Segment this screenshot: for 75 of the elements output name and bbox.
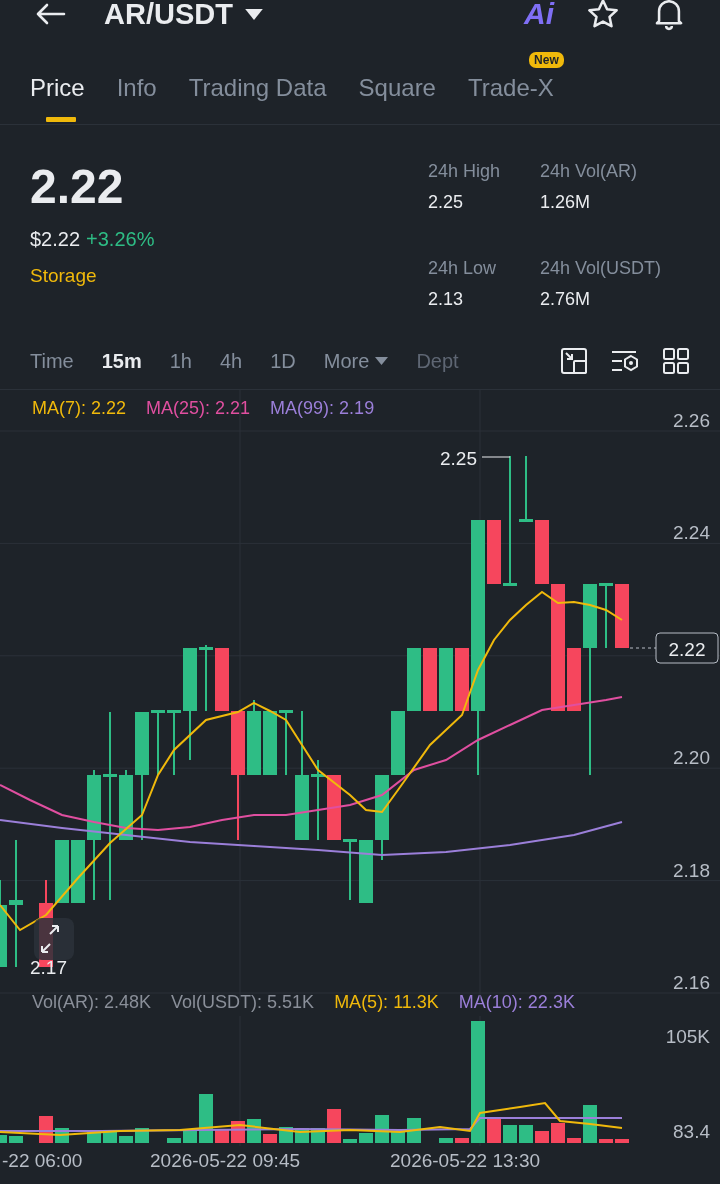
stat-value: 2.13 (428, 289, 465, 310)
candle (599, 583, 613, 649)
interval-tab[interactable]: Time (30, 349, 74, 373)
interval-tab[interactable]: 4h (220, 349, 243, 373)
candle (279, 710, 293, 776)
candle (327, 774, 341, 841)
candle (391, 710, 405, 776)
high-price-marker: 2.25 (440, 448, 477, 469)
stat-label: 24h Low (428, 258, 498, 279)
candle (343, 839, 357, 901)
interval-tab[interactable]: Dept (416, 349, 459, 373)
time-axis-label: 2026-05-22 09:45 (150, 1150, 301, 1172)
candle (535, 519, 549, 585)
price-axis-label: 2.16 (673, 972, 710, 993)
ma-legend-label: MA(25): 2.21 (146, 398, 251, 419)
candle (567, 647, 581, 712)
candle (199, 644, 213, 712)
stat-value: 2.76M (540, 289, 592, 310)
volume-legend-label: MA(10): 22.3K (458, 991, 575, 1013)
stat-value: 1.26M (540, 192, 592, 213)
candle (615, 583, 629, 649)
stat-label: 24h High (428, 161, 502, 182)
interval-tab[interactable]: 1D (270, 349, 296, 373)
candle (55, 839, 69, 904)
current-price-label: 2.22 (655, 632, 719, 664)
ai-logo[interactable]: Ai (524, 0, 554, 31)
ma-legend-label: MA(99): 2.19 (270, 398, 375, 419)
candle (167, 710, 181, 776)
candle (263, 710, 277, 776)
candle (119, 769, 133, 841)
caret-icon[interactable] (244, 8, 263, 20)
last-price: 2.22 (30, 161, 124, 214)
pair-title[interactable]: AR/USDT (104, 0, 233, 31)
category-tag[interactable]: Storage (30, 264, 97, 287)
tab[interactable]: Info (116, 74, 157, 124)
new-badge: New (529, 52, 564, 68)
candle (407, 647, 421, 712)
price-axis-label: 2.18 (673, 859, 710, 881)
volume-legend-label: Vol(AR): 2.48K (32, 991, 152, 1013)
grid-icon[interactable] (662, 347, 690, 375)
stat-label: 24h Vol(AR) (540, 161, 639, 182)
price-change: +3.26% (86, 227, 155, 251)
price-axis-label: 2.20 (673, 747, 710, 769)
interval-tab[interactable]: 15m (101, 349, 142, 373)
candle (519, 455, 533, 522)
candle (487, 519, 501, 585)
candle (439, 647, 453, 712)
tab[interactable]: Trade-X (467, 74, 554, 124)
candle (151, 710, 165, 776)
interval-tab[interactable]: More (323, 349, 389, 373)
volume-axis-label: 83.4 (673, 1121, 710, 1142)
candle (455, 647, 469, 712)
candle (423, 647, 437, 712)
candle (215, 647, 229, 712)
time-axis-label: -22 06:00 (2, 1150, 84, 1172)
tab[interactable]: Price (30, 74, 85, 124)
candle (359, 839, 373, 904)
volume-legend-label: Vol(USDT): 5.51K (171, 991, 315, 1013)
fiat-price: $2.22 (30, 227, 81, 251)
volume-legend-label: MA(5): 11.3K (334, 991, 439, 1013)
resize-icon[interactable] (560, 347, 588, 375)
candle (71, 839, 85, 904)
ma-legend-label: MA(7): 2.22 (32, 398, 127, 419)
back-arrow-icon[interactable] (34, 2, 66, 26)
volume-axis-label: 105K (665, 1026, 710, 1047)
tab[interactable]: Square (358, 74, 436, 124)
time-axis-label: 2026-05-22 13:30 (390, 1150, 540, 1172)
price-axis-label: 2.26 (673, 410, 710, 431)
stat-value: 2.25 (428, 192, 465, 213)
price-axis-label: 2.24 (673, 522, 710, 544)
stat-label: 24h Vol(USDT) (540, 258, 663, 279)
tab[interactable]: Trading Data (188, 74, 327, 124)
interval-tab[interactable]: 1h (169, 349, 192, 373)
expand-icon[interactable] (34, 918, 74, 960)
low-price-marker: 2.17 (30, 957, 67, 978)
